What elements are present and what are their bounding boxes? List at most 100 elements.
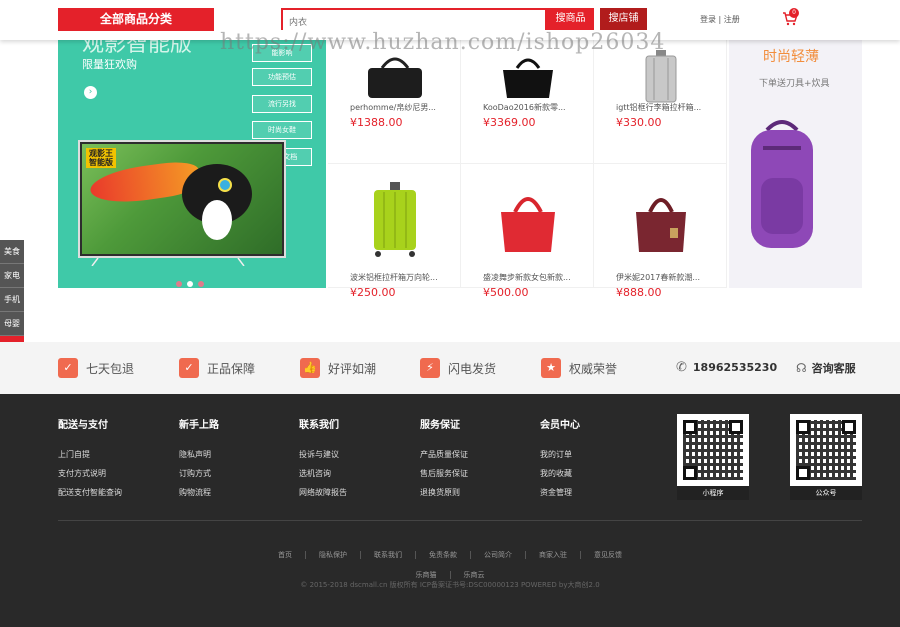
product-price: ¥1388.00 [350, 116, 403, 129]
product-name[interactable]: perhomme/帛纱尼男... [350, 102, 436, 113]
footer-bottom-link[interactable]: 免责条款 [416, 551, 471, 559]
qr-code-miniprogram: 小程序 [677, 414, 749, 500]
footer-link[interactable]: 我的订单 [540, 449, 580, 460]
qr-label: 公众号 [790, 486, 862, 500]
footer-bottom-links: 首页 隐私保护 联系我们 免责条款 公司简介 商家入驻 意见反馈 [0, 542, 900, 561]
phone-icon: ✆ [676, 360, 687, 375]
all-categories-button[interactable]: 全部商品分类 [58, 8, 214, 31]
banner-tag[interactable]: 功能预估 [252, 68, 312, 86]
promo-subtitle: 下单送刀具+炊具 [759, 79, 830, 89]
product-name[interactable]: 盛凌舞步新款女包新款... [483, 272, 571, 283]
product-price: ¥500.00 [483, 286, 529, 299]
tv-image: 观影王 智能版 [78, 140, 286, 258]
phone-text: 18962535230 [692, 361, 778, 374]
service-label: 七天包退 [86, 361, 135, 376]
sidenav-item-phones[interactable]: 手机 [0, 288, 24, 312]
sidenav-item-baby[interactable]: 母婴 [0, 312, 24, 336]
search-goods-button[interactable]: 搜商品 [547, 8, 594, 30]
product-card[interactable]: perhomme/帛纱尼男... ¥1388.00 [328, 40, 461, 164]
footer-bottom-link[interactable]: 隐私保护 [306, 551, 361, 559]
banner-tag[interactable]: 流行另找 [252, 95, 312, 113]
product-name[interactable]: igtt铝框行李箱拉杆箱... [616, 102, 701, 113]
lightning-icon: ⚡ [420, 358, 440, 378]
carousel-dot-active[interactable] [187, 281, 193, 287]
service-label: 好评如潮 [328, 361, 377, 376]
return-bag-icon: ✓ [58, 358, 78, 378]
product-name[interactable]: KooDao2016新款零... [483, 102, 566, 113]
toucan-chest-shape [202, 200, 232, 240]
footer-bottom-link[interactable]: 首页 [265, 551, 306, 559]
product-price: ¥250.00 [350, 286, 396, 299]
product-card[interactable]: igtt铝框行李箱拉杆箱... ¥330.00 [594, 40, 727, 164]
qr-corner [796, 420, 810, 434]
arrow-right-icon[interactable]: › [84, 86, 97, 99]
search-shop-button[interactable]: 搜店铺 [600, 8, 647, 30]
footer-link[interactable]: 隐私声明 [179, 449, 219, 460]
product-card[interactable]: KooDao2016新款零... ¥3369.00 [461, 40, 594, 164]
footer-bottom-link[interactable]: 联系我们 [361, 551, 416, 559]
sidenav-item-appliances[interactable]: 家电 [0, 264, 24, 288]
footer-column-title: 服务保证 [420, 420, 460, 431]
footer-divider [58, 520, 862, 521]
carousel-dot[interactable] [176, 281, 182, 287]
footer-bottom-link[interactable]: 意见反馈 [581, 551, 635, 559]
product-card[interactable]: 波米铝框拉杆箱万向轮... ¥250.00 [328, 164, 461, 299]
footer-link[interactable]: 配送支付智能查询 [58, 487, 122, 498]
product-name[interactable]: 伊米妮2017春新款潮... [616, 272, 700, 283]
side-promo[interactable]: 时尚轻薄 下单送刀具+炊具 [729, 40, 862, 288]
footer-partner-link[interactable]: 乐商云 [451, 571, 498, 579]
footer-link[interactable]: 资金管理 [540, 487, 580, 498]
cart-count-badge: 0 [789, 8, 799, 18]
footer-column-title: 新手上路 [179, 420, 219, 431]
luggage-image [645, 50, 677, 103]
footer-partner-links: 乐商猫 乐商云 [0, 562, 900, 581]
footer-link[interactable]: 网络故障报告 [299, 487, 347, 498]
sidenav-item-food[interactable]: 美食 [0, 240, 24, 264]
service-item: ⚡ 闪电发货 [420, 358, 496, 378]
footer-bottom-link[interactable]: 公司简介 [471, 551, 526, 559]
footer-column: 新手上路 隐私声明 订购方式 购物流程 [179, 416, 219, 506]
tv-label: 观影王 智能版 [86, 148, 116, 168]
promo-banner[interactable]: 观影智能版 限量狂欢购 › 能影响 功能预估 流行另找 时尚女鞋 -运动文档 观… [58, 40, 326, 288]
footer-link[interactable]: 产品质量保证 [420, 449, 468, 460]
thumbs-up-icon: 👍 [300, 358, 320, 378]
qr-corner [729, 420, 743, 434]
service-item: 👍 好评如潮 [300, 358, 376, 378]
customer-service-button[interactable]: ☊ 咨询客服 [796, 360, 856, 376]
footer-link[interactable]: 售后服务保证 [420, 468, 468, 479]
qr-corner [842, 420, 856, 434]
qr-code-official-account: 公众号 [790, 414, 862, 500]
product-card[interactable]: 盛凌舞步新款女包新款... ¥500.00 [461, 164, 594, 299]
footer-column-title: 会员中心 [540, 420, 580, 431]
shield-check-icon: ✓ [179, 358, 199, 378]
service-label: 权威荣誉 [569, 361, 618, 376]
award-icon: ★ [541, 358, 561, 378]
banner-tag[interactable]: 时尚女鞋 [252, 121, 312, 139]
footer-link[interactable]: 购物流程 [179, 487, 219, 498]
footer-link[interactable]: 支付方式说明 [58, 468, 122, 479]
footer: 配送与支付 上门自提 支付方式说明 配送支付智能查询 新手上路 隐私声明 订购方… [0, 394, 900, 627]
footer-link[interactable]: 订购方式 [179, 468, 219, 479]
footer-link[interactable]: 选机咨询 [299, 468, 347, 479]
carousel-dot[interactable] [198, 281, 204, 287]
carousel-dots [176, 272, 209, 288]
service-item: ✓ 七天包退 [58, 358, 134, 378]
search-box[interactable] [281, 8, 547, 32]
login-register-link[interactable]: 登录 | 注册 [700, 14, 740, 25]
qr-label: 小程序 [677, 486, 749, 500]
footer-link[interactable]: 投诉与建议 [299, 449, 347, 460]
footer-partner-link[interactable]: 乐商猫 [402, 571, 451, 579]
footer-link[interactable]: 我的收藏 [540, 468, 580, 479]
product-name[interactable]: 波米铝框拉杆箱万向轮... [350, 272, 438, 283]
customer-service-label: 咨询客服 [811, 362, 856, 375]
toucan-eye-shape [218, 178, 232, 192]
footer-link[interactable]: 退换货原则 [420, 487, 468, 498]
footer-column: 服务保证 产品质量保证 售后服务保证 退换货原则 [420, 416, 468, 506]
footer-bottom-link[interactable]: 商家入驻 [526, 551, 581, 559]
footer-link[interactable]: 上门自提 [58, 449, 122, 460]
service-label: 正品保障 [207, 361, 256, 376]
product-price: ¥888.00 [616, 286, 662, 299]
footer-column-title: 联系我们 [299, 420, 339, 431]
service-label: 闪电发货 [448, 361, 497, 376]
product-card[interactable]: 伊米妮2017春新款潮... ¥888.00 [594, 164, 727, 299]
